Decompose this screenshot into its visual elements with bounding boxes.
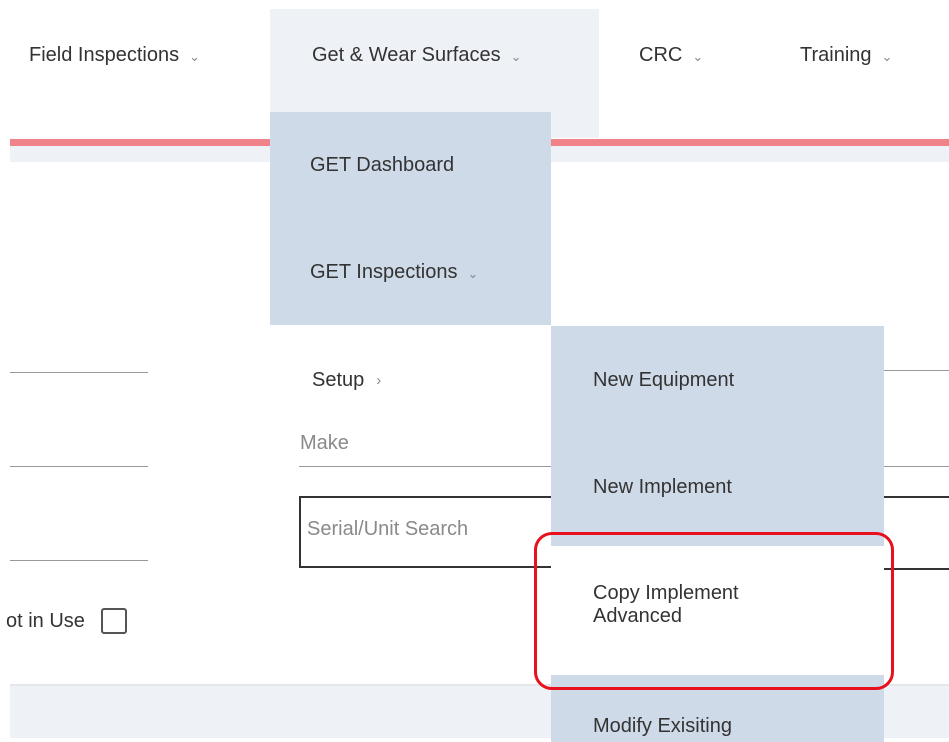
nav-item-label: CRC [639,44,683,66]
menu-item-get-inspections[interactable]: GET Inspections ⌄ [310,261,478,284]
menu-item-label: GET Inspections [310,261,458,283]
search-box-edge [883,496,949,498]
nav-item-crc[interactable]: CRC ⌄ [639,44,703,67]
chevron-down-icon: ⌄ [692,48,704,64]
menu-item-setup[interactable]: Setup › [312,369,381,392]
chevron-down-icon: ⌄ [189,48,200,64]
nav-item-training[interactable]: Training ⌄ [800,44,892,67]
serial-unit-search-input[interactable] [307,518,527,541]
field-underline [883,466,949,467]
chevron-down-icon: ⌄ [881,48,893,64]
not-in-use-label: ot in Use [6,609,85,632]
setup-submenu: New Equipment New Implement Copy Impleme… [551,326,884,742]
not-in-use-checkbox[interactable] [100,608,127,634]
field-underline [10,466,148,467]
not-in-use-row: ot in Use [6,608,127,634]
top-nav: Field Inspections ⌄ Get & Wear Surfaces … [0,0,949,138]
nav-item-label: Field Inspections [29,44,180,66]
submenu-item-new-equipment[interactable]: New Equipment [593,369,734,392]
search-box-edge [883,568,949,570]
chevron-down-icon: ⌄ [467,265,479,281]
field-underline [883,370,949,371]
field-underline [10,372,148,373]
menu-item-label: GET Dashboard [310,154,455,176]
submenu-item-new-implement[interactable]: New Implement [593,476,732,499]
nav-item-label: Get & Wear Surfaces [312,44,501,66]
make-field-label: Make [300,432,349,454]
field-underline [10,560,148,561]
serial-search-box[interactable] [299,496,551,568]
menu-item-label: Setup [312,369,365,391]
chevron-right-icon: › [376,372,382,389]
get-wear-dropdown-menu: GET Dashboard GET Inspections ⌄ [270,112,551,325]
chevron-down-icon: ⌄ [510,48,522,64]
submenu-item-copy-implement-advanced[interactable]: Copy Implement Advanced [593,582,783,628]
nav-item-field-inspections[interactable]: Field Inspections ⌄ [29,44,200,67]
menu-item-get-dashboard[interactable]: GET Dashboard [310,154,454,177]
submenu-item-modify-existing[interactable]: Modify Exisiting [593,715,732,738]
make-field-underline[interactable] [299,466,551,467]
nav-item-label: Training [800,44,872,66]
nav-item-get-wear-surfaces[interactable]: Get & Wear Surfaces ⌄ [312,44,522,67]
